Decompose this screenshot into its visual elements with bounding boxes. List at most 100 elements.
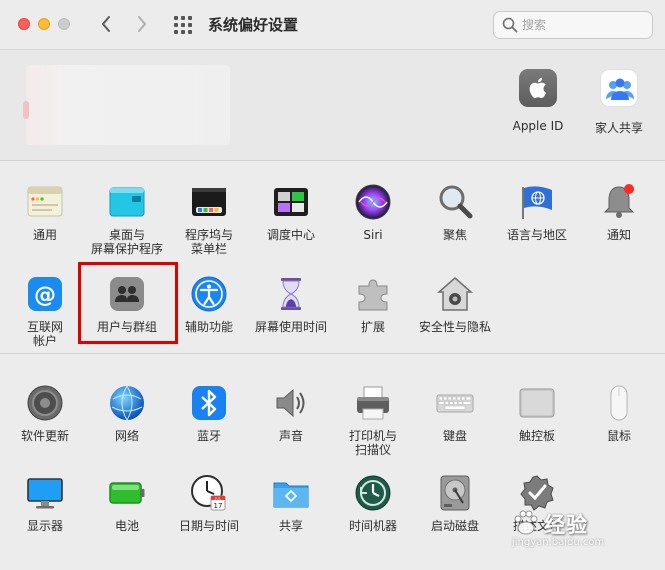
sharing-icon <box>271 473 311 513</box>
software-update-pane[interactable]: 软件更新 <box>4 383 86 443</box>
siri-label: Siri <box>363 228 383 242</box>
printer-scanner-icon <box>353 383 393 423</box>
network-icon <box>107 383 147 423</box>
sound-pane[interactable]: 声音 <box>250 383 332 443</box>
close-window-button[interactable] <box>18 18 30 30</box>
notifications-label: 通知 <box>606 228 631 242</box>
paw-icon <box>514 510 538 535</box>
mouse-label: 鼠标 <box>606 429 631 443</box>
security-privacy-pane[interactable]: 安全性与隐私 <box>414 274 496 334</box>
spotlight-icon <box>435 182 475 222</box>
software-update-icon <box>25 383 65 423</box>
apple-id-label: Apple ID <box>512 119 564 133</box>
minimize-window-button[interactable] <box>38 18 50 30</box>
chevron-right-icon <box>138 16 146 32</box>
forward-button[interactable] <box>130 10 154 38</box>
language-region-icon <box>517 182 557 222</box>
search-icon <box>502 17 518 33</box>
accessibility-label: 辅助功能 <box>184 320 233 334</box>
spotlight-label: 聚焦 <box>442 228 467 242</box>
printer-scanner-pane[interactable]: 打印机与 扫描仪 <box>332 383 414 457</box>
general-icon <box>25 182 65 222</box>
internet-accounts-pane[interactable]: @ 互联网 帐户 <box>4 274 86 348</box>
printer-scanner-label: 打印机与 扫描仪 <box>348 429 397 457</box>
mission-control-pane[interactable]: 调度中心 <box>250 182 332 242</box>
dock-menubar-pane[interactable]: 程序坞与 菜单栏 <box>168 182 250 256</box>
internet-accounts-label: 互联网 帐户 <box>26 320 63 348</box>
time-machine-label: 时间机器 <box>348 519 397 533</box>
mouse-icon <box>599 383 639 423</box>
dock-menubar-label: 程序坞与 菜单栏 <box>184 228 233 256</box>
spotlight-pane[interactable]: 聚焦 <box>414 182 496 242</box>
battery-pane[interactable]: 电池 <box>86 473 168 533</box>
mission-control-label: 调度中心 <box>266 228 315 242</box>
time-machine-icon <box>353 473 393 513</box>
family-sharing-pane[interactable]: 家人共享 <box>579 69 659 136</box>
desktop-screensaver-icon <box>107 182 147 222</box>
trackpad-pane[interactable]: 触控板 <box>496 383 578 443</box>
trackpad-label: 触控板 <box>518 429 555 443</box>
time-machine-pane[interactable]: 时间机器 <box>332 473 414 533</box>
screen-time-icon <box>271 274 311 314</box>
search-field[interactable] <box>493 11 653 39</box>
displays-pane[interactable]: 显示器 <box>4 473 86 533</box>
siri-icon <box>353 182 393 222</box>
network-pane[interactable]: 网络 <box>86 383 168 443</box>
keyboard-icon <box>435 383 475 423</box>
software-update-label: 软件更新 <box>20 429 69 443</box>
mission-control-icon <box>271 182 311 222</box>
sharing-label: 共享 <box>278 519 303 533</box>
calendar-month: JUL <box>214 497 221 501</box>
siri-pane[interactable]: Siri <box>332 182 414 242</box>
show-all-grid-button[interactable] <box>172 14 194 36</box>
notifications-pane[interactable]: 通知 <box>578 182 660 242</box>
accessibility-pane[interactable]: 辅助功能 <box>168 274 250 334</box>
screen-time-pane[interactable]: 屏幕使用时间 <box>250 274 332 334</box>
search-input[interactable] <box>522 16 642 34</box>
family-sharing-icon <box>600 69 638 107</box>
desktop-screensaver-pane[interactable]: 桌面与 屏幕保护程序 <box>86 182 168 256</box>
sound-label: 声音 <box>278 429 303 443</box>
watermark-text: 经验 <box>544 513 588 537</box>
user-profile-blurred[interactable] <box>23 65 230 145</box>
displays-icon <box>25 473 65 513</box>
apple-id-pane[interactable]: Apple ID <box>498 69 578 133</box>
security-privacy-icon <box>435 274 475 314</box>
bluetooth-pane[interactable]: 蓝牙 <box>168 383 250 443</box>
family-sharing-label: 家人共享 <box>594 121 643 135</box>
general-label: 通用 <box>32 228 57 242</box>
bluetooth-icon <box>189 383 229 423</box>
desktop-screensaver-label: 桌面与 屏幕保护程序 <box>90 228 163 256</box>
baidu-jingyan-watermark: 经验 jingyan.baidu.com <box>508 505 658 553</box>
internet-accounts-icon: @ <box>25 274 65 314</box>
language-region-pane[interactable]: 语言与地区 <box>496 182 578 242</box>
keyboard-label: 键盘 <box>442 429 467 443</box>
chevron-left-icon <box>102 16 110 32</box>
bluetooth-label: 蓝牙 <box>196 429 221 443</box>
zoom-window-button[interactable] <box>58 18 70 30</box>
date-time-pane[interactable]: JUL 17 日期与时间 <box>168 473 250 533</box>
date-time-icon: JUL 17 <box>189 473 229 513</box>
startup-disk-pane[interactable]: 启动磁盘 <box>414 473 496 533</box>
account-section: Apple ID 家人共享 <box>0 51 665 161</box>
security-privacy-label: 安全性与隐私 <box>418 320 491 334</box>
general-pane[interactable]: 通用 <box>4 182 86 242</box>
language-region-label: 语言与地区 <box>506 228 567 242</box>
mouse-pane[interactable]: 鼠标 <box>578 383 660 443</box>
battery-label: 电池 <box>114 519 139 533</box>
back-button[interactable] <box>94 10 118 38</box>
toolbar: 系统偏好设置 <box>0 0 665 50</box>
extensions-pane[interactable]: 扩展 <box>332 274 414 334</box>
accessibility-icon <box>189 274 229 314</box>
highlight-box <box>78 262 178 344</box>
sharing-pane[interactable]: 共享 <box>250 473 332 533</box>
svg-text:@: @ <box>34 283 56 308</box>
window-title: 系统偏好设置 <box>208 16 299 34</box>
dock-menubar-icon <box>189 182 229 222</box>
date-time-label: 日期与时间 <box>178 519 239 533</box>
notifications-icon <box>599 182 639 222</box>
keyboard-pane[interactable]: 键盘 <box>414 383 496 443</box>
sound-icon <box>271 383 311 423</box>
apple-logo-icon <box>519 69 557 107</box>
calendar-day: 17 <box>214 502 223 510</box>
